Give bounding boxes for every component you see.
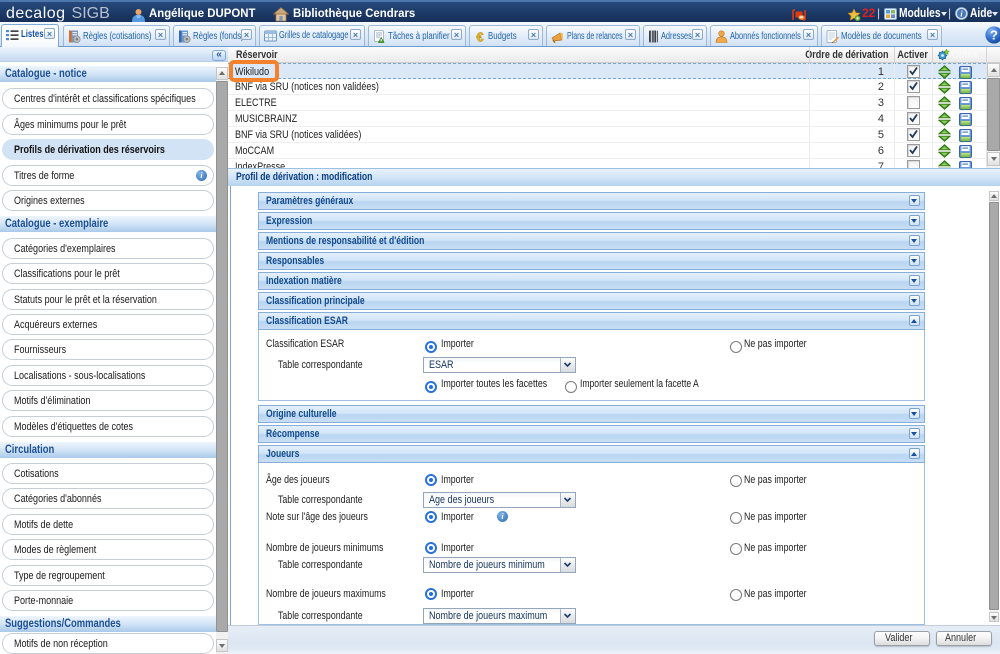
svg-text:€: € [476,30,483,43]
svg-text:?: ? [990,28,998,43]
